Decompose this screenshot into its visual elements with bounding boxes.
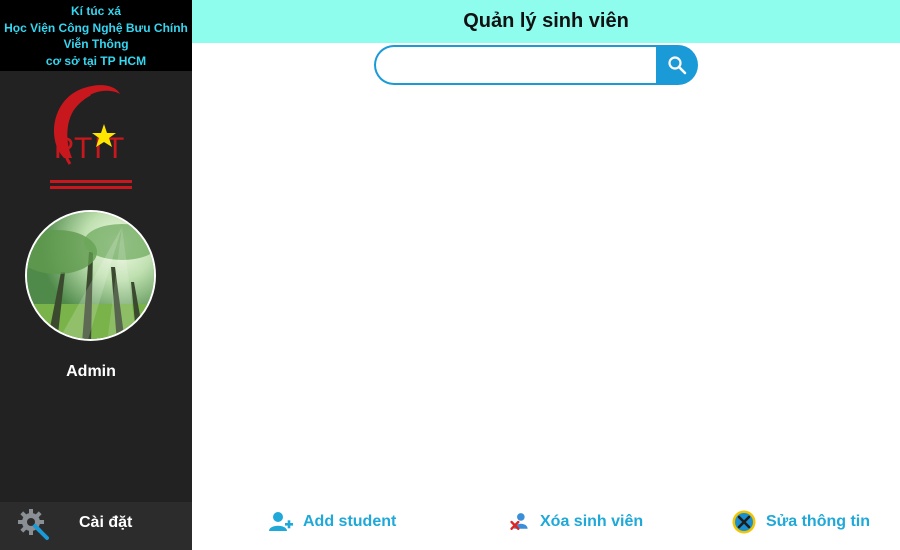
sidebar: Kí túc xá Học Viện Công Nghệ Bưu Chính V… — [0, 0, 192, 550]
delete-user-icon — [510, 513, 528, 530]
svg-text:T: T — [74, 132, 92, 165]
settings-label: Cài đặt — [79, 514, 133, 531]
add-user-icon — [269, 512, 293, 531]
avatar — [25, 210, 156, 341]
svg-text:P: P — [54, 132, 74, 165]
org-line-1: Kí túc xá — [70, 4, 121, 18]
edit-info-button[interactable]: Sửa thông tin — [731, 508, 870, 536]
add-student-button[interactable]: Add student — [268, 508, 396, 536]
search-button[interactable] — [656, 45, 698, 85]
search-bar — [374, 45, 698, 85]
search-icon — [668, 56, 687, 75]
org-line-2: Học Viện Công Nghệ Bưu Chính — [4, 20, 188, 35]
delete-student-label: Xóa sinh viên — [540, 513, 644, 530]
add-student-label: Add student — [303, 513, 397, 530]
search-input[interactable] — [374, 45, 674, 85]
tools-icon — [732, 510, 756, 534]
org-line-3: Viễn Thông — [63, 37, 129, 51]
user-name: Admin — [66, 363, 116, 380]
org-header: Kí túc xá Học Viện Công Nghệ Bưu Chính V… — [0, 0, 192, 71]
settings-button[interactable]: Cài đặt — [0, 502, 192, 550]
title-bar: Quản lý sinh viên — [192, 0, 900, 43]
delete-student-button[interactable]: Xóa sinh viên — [509, 508, 643, 536]
org-line-4: cơ sở tại TP HCM — [45, 53, 147, 68]
ptit-logo: P T I T — [50, 85, 132, 189]
edit-info-label: Sửa thông tin — [766, 513, 871, 530]
page-title: Quản lý sinh viên — [463, 10, 629, 32]
gear-icon — [18, 509, 49, 540]
